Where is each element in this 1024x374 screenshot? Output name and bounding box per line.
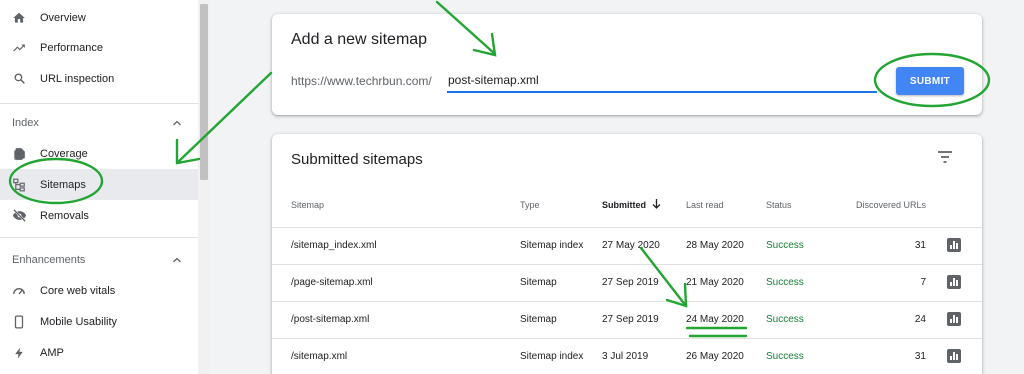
bolt-icon [11,345,27,361]
sidebar-item-core-web-vitals[interactable]: Core web vitals [0,275,198,306]
discovered-urls-count: 7 [920,277,926,288]
discovered-urls-count: 24 [914,314,926,325]
chevron-up-icon[interactable] [172,118,182,128]
chevron-up-icon[interactable] [172,255,182,265]
section-label-enhancements: Enhancements [12,254,86,266]
column-header-type[interactable]: Type [520,200,540,210]
column-header-sitemap[interactable]: Sitemap [291,200,324,210]
sitemap-type: Sitemap index [520,351,584,362]
filter-icon[interactable] [936,148,954,166]
submitted-sitemaps-card: Submitted sitemaps Sitemap Type Submitte… [272,134,982,374]
section-label-index: Index [12,117,39,129]
submitted-date: 3 Jul 2019 [602,351,649,362]
table-row[interactable]: /post-sitemap.xml Sitemap 27 Sep 2019 24… [272,301,982,338]
bar-chart-icon[interactable] [947,349,961,363]
last-read-date: 21 May 2020 [686,277,744,288]
column-header-submitted[interactable]: Submitted [602,200,646,210]
sidebar-item-performance[interactable]: Performance [0,32,198,63]
sidebar-item-label: URL inspection [40,72,115,85]
bar-chart-icon[interactable] [947,238,961,252]
bar-chart-icon[interactable] [947,312,961,326]
submitted-date: 27 May 2020 [602,240,660,251]
sidebar-item-removals[interactable]: Removals [0,200,198,231]
sidebar-scrollbar-thumb[interactable] [200,4,208,180]
removals-icon [11,208,27,224]
divider [0,237,198,238]
sidebar: Overview Performance URL inspection Inde… [0,0,210,374]
trending-up-icon [11,40,27,56]
sidebar-item-overview[interactable]: Overview [0,2,198,33]
sidebar-item-amp[interactable]: AMP [0,337,198,368]
bar-chart-icon[interactable] [947,275,961,289]
sitemap-url-input[interactable] [447,69,877,93]
discovered-urls-count: 31 [914,240,926,251]
sidebar-item-label: Removals [40,209,89,222]
search-icon [11,71,27,87]
sidebar-item-url-inspection[interactable]: URL inspection [0,63,198,94]
add-sitemap-title: Add a new sitemap [291,31,428,48]
sitemap-path: /page-sitemap.xml [291,277,373,288]
sidebar-item-label: AMP [40,346,64,359]
sidebar-item-sitemaps[interactable]: Sitemaps [0,169,198,200]
speedometer-icon [11,283,27,299]
sidebar-item-label: Coverage [40,147,88,160]
last-read-date: 28 May 2020 [686,240,744,251]
sidebar-item-label: Overview [40,11,86,24]
status-text: Success [766,240,804,251]
last-read-date: 24 May 2020 [686,314,744,325]
sitemap-path: /post-sitemap.xml [291,314,370,325]
table-row[interactable]: /page-sitemap.xml Sitemap 27 Sep 2019 21… [272,264,982,301]
sidebar-item-label: Sitemaps [40,178,86,191]
submitted-date: 27 Sep 2019 [602,314,659,325]
sidebar-item-label: Mobile Usability [40,315,118,328]
sidebar-item-label: Core web vitals [40,284,116,297]
sitemap-type: Sitemap index [520,240,584,251]
arrow-down-icon[interactable] [652,198,661,210]
sitemap-path: /sitemap_index.xml [291,240,377,251]
home-icon [11,10,27,26]
column-header-last-read[interactable]: Last read [686,200,724,210]
submitted-date: 27 Sep 2019 [602,277,659,288]
status-text: Success [766,277,804,288]
table-row[interactable]: /sitemap.xml Sitemap index 3 Jul 2019 26… [272,338,982,374]
last-read-date: 26 May 2020 [686,351,744,362]
column-header-discovered-urls[interactable]: Discovered URLs [856,200,926,210]
status-text: Success [766,314,804,325]
sitemap-path: /sitemap.xml [291,351,348,362]
submitted-sitemaps-title: Submitted sitemaps [291,151,423,168]
divider [0,103,198,104]
sitemap-url-prefix: https://www.techrbun.com/ [291,74,432,88]
sidebar-item-coverage[interactable]: Coverage [0,138,198,169]
sitemap-type: Sitemap [520,277,557,288]
phone-icon [11,314,27,330]
coverage-icon [11,146,27,162]
add-sitemap-card: Add a new sitemap https://www.techrbun.c… [272,14,982,115]
table-row[interactable]: /sitemap_index.xml Sitemap index 27 May … [272,227,982,264]
sitemaps-icon [11,177,27,193]
status-text: Success [766,351,804,362]
sidebar-item-label: Performance [40,41,103,54]
sitemap-type: Sitemap [520,314,557,325]
sidebar-item-mobile-usability[interactable]: Mobile Usability [0,306,198,337]
discovered-urls-count: 31 [914,351,926,362]
submit-button[interactable]: SUBMIT [896,67,964,95]
column-header-status[interactable]: Status [766,200,792,210]
